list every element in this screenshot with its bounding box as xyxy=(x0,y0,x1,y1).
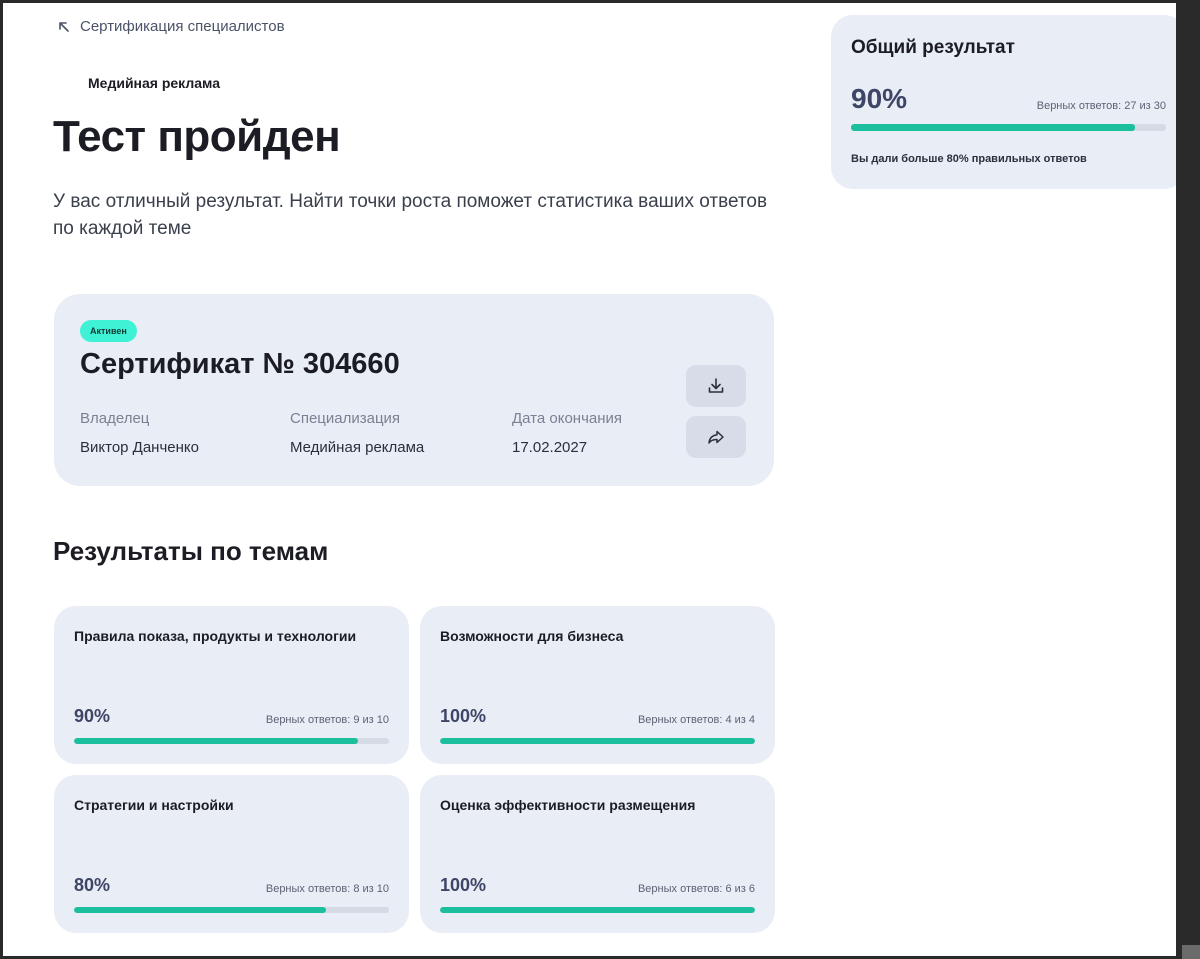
topic-percent: 80% xyxy=(74,875,111,895)
topic-card: Оценка эффективности размещения 100% Вер… xyxy=(420,775,775,933)
topic-progress-track xyxy=(74,907,389,913)
topic-name: Стратегии и настройки xyxy=(74,797,234,813)
download-icon xyxy=(708,378,724,393)
overall-note: Вы дали больше 80% правильных ответов xyxy=(851,153,1087,165)
page-subtitle: У вас отличный результат. Найти точки ро… xyxy=(53,191,768,239)
page-title: Тест пройден xyxy=(53,112,341,161)
status-badge: Активен xyxy=(80,320,137,342)
category-label: Медийная реклама xyxy=(88,75,221,91)
topic-correct-count: Верных ответов: 6 из 6 xyxy=(637,883,755,895)
overall-result-card: Общий результат 90% Верных ответов: 27 и… xyxy=(831,15,1186,189)
share-button[interactable] xyxy=(686,416,746,458)
overall-progress-track xyxy=(851,124,1166,131)
expiry-value: 17.02.2027 xyxy=(512,439,588,456)
certificate-card: Активен Сертификат № 304660 Владелец Вик… xyxy=(54,294,774,486)
share-icon xyxy=(708,430,724,444)
topic-progress-fill xyxy=(440,907,755,913)
back-link[interactable]: Сертификация специалистов xyxy=(56,18,285,35)
topic-correct-count: Верных ответов: 8 из 10 xyxy=(265,883,389,895)
overall-percent: 90% xyxy=(851,83,908,114)
topic-card: Правила показа, продукты и технологии 90… xyxy=(54,606,409,764)
certificate-title: Сертификат № 304660 xyxy=(80,348,400,380)
arrow-up-left-icon xyxy=(59,21,69,32)
owner-value: Виктор Данченко xyxy=(80,439,199,456)
topic-progress-fill xyxy=(440,738,755,744)
expiry-label: Дата окончания xyxy=(512,410,623,427)
topic-percent: 100% xyxy=(440,875,487,895)
download-button[interactable] xyxy=(686,365,746,407)
topic-progress-fill xyxy=(74,738,358,744)
topic-name: Правила показа, продукты и технологии xyxy=(74,628,357,644)
topic-progress-fill xyxy=(74,907,326,913)
topic-progress-track xyxy=(440,738,755,744)
topic-progress-track xyxy=(74,738,389,744)
specialization-label: Специализация xyxy=(290,410,401,427)
topics-section-title: Результаты по темам xyxy=(53,536,329,566)
resize-corner[interactable] xyxy=(1182,945,1200,959)
overall-progress-fill xyxy=(851,124,1135,131)
topic-name: Оценка эффективности размещения xyxy=(440,797,696,813)
back-link-label[interactable]: Сертификация специалистов xyxy=(80,18,285,35)
topic-percent: 100% xyxy=(440,706,487,726)
specialization-value: Медийная реклама xyxy=(290,439,425,456)
specialization-field: Специализация Медийная реклама xyxy=(290,410,424,456)
topic-card: Возможности для бизнеса 100% Верных отве… xyxy=(420,606,775,764)
overall-correct-count: Верных ответов: 27 из 30 xyxy=(1036,100,1166,112)
topic-card: Стратегии и настройки 80% Верных ответов… xyxy=(54,775,409,933)
owner-label: Владелец xyxy=(80,410,150,427)
topic-name: Возможности для бизнеса xyxy=(440,628,624,644)
owner-field: Владелец Виктор Данченко xyxy=(80,410,199,456)
expiry-field: Дата окончания 17.02.2027 xyxy=(512,410,622,456)
topic-progress-track xyxy=(440,907,755,913)
topic-percent: 90% xyxy=(74,706,111,726)
overall-title: Общий результат xyxy=(851,37,1015,58)
topic-correct-count: Верных ответов: 4 из 4 xyxy=(637,714,755,726)
topic-correct-count: Верных ответов: 9 из 10 xyxy=(265,714,389,726)
